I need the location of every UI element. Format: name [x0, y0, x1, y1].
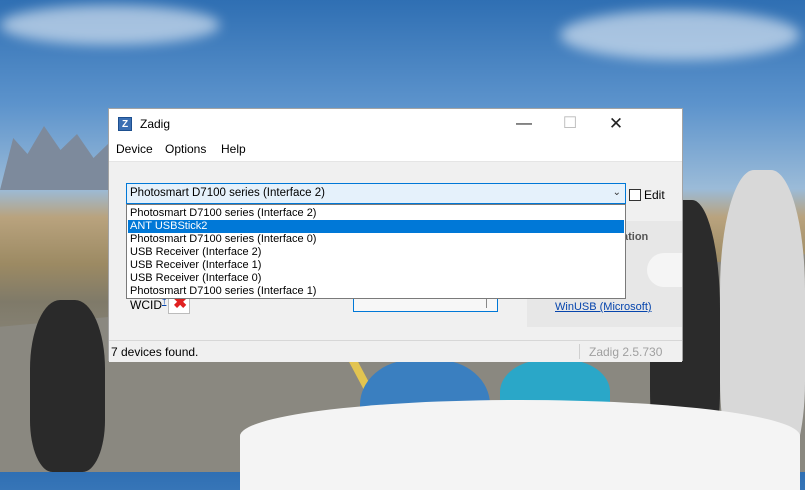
driver-spinner[interactable]: [647, 253, 682, 287]
wcid-label: WCID†: [130, 297, 167, 312]
menu-help[interactable]: Help: [221, 142, 246, 156]
background-person: [720, 170, 805, 472]
status-text: 7 devices found.: [111, 345, 199, 359]
minimize-button[interactable]: —: [501, 109, 547, 139]
menu-device[interactable]: Device: [116, 142, 153, 156]
edit-checkbox[interactable]: [629, 189, 641, 201]
dropdown-option-selected[interactable]: ANT USBStick2: [128, 220, 624, 233]
window-title: Zadig: [140, 117, 171, 131]
menu-options[interactable]: Options: [165, 142, 206, 156]
dropdown-option[interactable]: USB Receiver (Interface 2): [128, 246, 624, 259]
dropdown-option[interactable]: Photosmart D7100 series (Interface 2): [128, 207, 624, 220]
edit-label[interactable]: Edit: [644, 188, 665, 202]
zadig-app-icon: Z: [118, 117, 132, 131]
background-cloud: [0, 5, 220, 45]
background-person: [360, 360, 490, 472]
device-select-value: Photosmart D7100 series (Interface 2): [130, 187, 325, 199]
maximize-button[interactable]: ☐: [547, 109, 593, 139]
close-button[interactable]: ✕: [593, 109, 639, 139]
dropdown-option[interactable]: USB Receiver (Interface 0): [128, 272, 624, 285]
chevron-down-icon[interactable]: ⌄: [613, 187, 621, 198]
background-person: [500, 360, 610, 440]
dropdown-option[interactable]: USB Receiver (Interface 1): [128, 259, 624, 272]
menu-divider: [109, 161, 682, 162]
title-bar[interactable]: Z Zadig — ☐ ✕: [109, 109, 682, 139]
winusb-link[interactable]: WinUSB (Microsoft): [555, 301, 652, 313]
background-mountains: [0, 126, 110, 190]
dropdown-option[interactable]: Photosmart D7100 series (Interface 1): [128, 285, 624, 298]
background-cloud: [560, 10, 800, 60]
device-dropdown-list[interactable]: Photosmart D7100 series (Interface 2) AN…: [126, 204, 626, 299]
background-person: [30, 300, 105, 472]
device-select[interactable]: Photosmart D7100 series (Interface 2) ⌄: [126, 183, 626, 204]
status-bar: 7 devices found. Zadig 2.5.730: [109, 340, 682, 362]
menu-bar: Device Options Help: [109, 139, 682, 161]
zadig-window: Z Zadig — ☐ ✕ Device Options Help Photos…: [108, 108, 683, 362]
background-car: [240, 400, 800, 490]
status-divider: [579, 344, 580, 359]
dropdown-option[interactable]: Photosmart D7100 series (Interface 0): [128, 233, 624, 246]
version-text: Zadig 2.5.730: [589, 345, 663, 359]
